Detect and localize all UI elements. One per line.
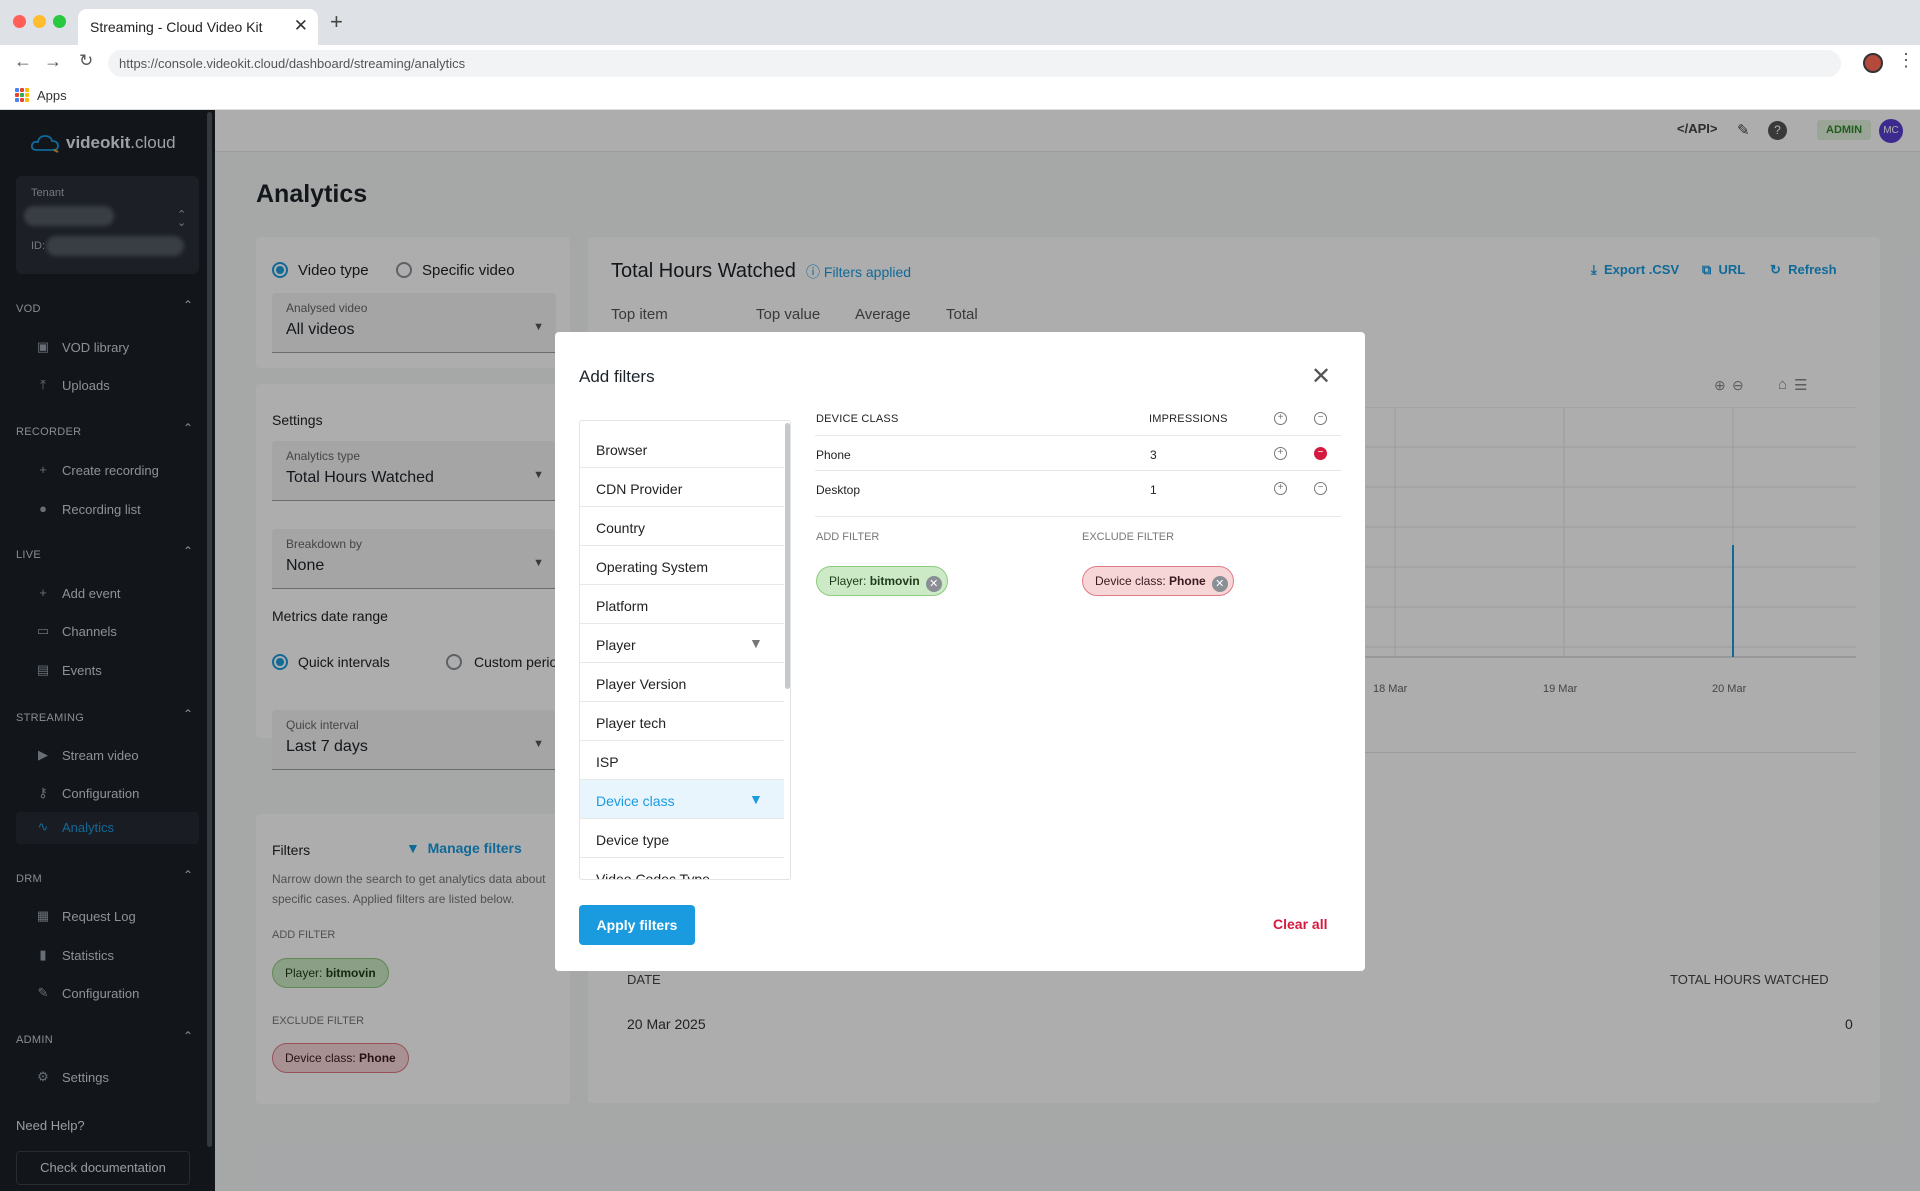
include-all-icon[interactable]: + (1274, 412, 1287, 425)
forward-icon[interactable]: → (44, 51, 62, 72)
tab-close-icon[interactable]: ✕ (294, 16, 308, 36)
column-header-device-class: DEVICE CLASS (816, 413, 899, 425)
window-minimize-dot[interactable] (33, 15, 46, 28)
row-phone-impressions: 3 (1150, 448, 1157, 462)
app-root: videokit.cloud Tenant ID: ⌃ ⌄ VOD ⌃ ▣ VOD … (0, 110, 1920, 1191)
remove-chip-icon[interactable]: ✕ (1211, 576, 1228, 592)
dialog-exclude-filter-label: EXCLUDE FILTER (1082, 531, 1175, 543)
category-label: Browser (596, 442, 648, 458)
category-label: Country (596, 520, 646, 536)
funnel-icon: ▼ (749, 791, 763, 807)
category-device-type[interactable]: Device type (580, 819, 784, 858)
category-operating-system[interactable]: Operating System (580, 546, 784, 585)
category-label: Player Version (596, 676, 687, 692)
category-player-version[interactable]: Player Version (580, 663, 784, 702)
row-divider (815, 435, 1341, 436)
reload-icon[interactable]: ↻ (79, 51, 93, 71)
dialog-exclude-chip[interactable]: Device class: Phone ✕ (1082, 566, 1234, 596)
category-label: Player (596, 637, 636, 653)
dialog-title: Add filters (579, 367, 655, 386)
add-filters-dialog: Add filters ✕ Browser CDN Provider Count… (555, 332, 1365, 971)
column-header-impressions: IMPRESSIONS (1149, 413, 1228, 425)
apps-bookmark[interactable]: Apps (37, 88, 67, 103)
category-label: CDN Provider (596, 481, 683, 497)
browser-tab[interactable]: Streaming - Cloud Video Kit ✕ (78, 9, 318, 45)
category-player[interactable]: Player ▼ (580, 624, 784, 663)
include-desktop-icon[interactable]: + (1274, 482, 1287, 495)
clear-all-button[interactable]: Clear all (1273, 916, 1327, 932)
chip-value: Phone (1169, 574, 1206, 588)
row-desktop-impressions: 1 (1150, 483, 1157, 497)
category-label: Device type (596, 832, 670, 848)
address-bar[interactable]: https://console.videokit.cloud/dashboard… (108, 50, 1841, 77)
bookmarks-bar: Apps (0, 82, 1920, 110)
exclude-desktop-icon[interactable]: − (1314, 482, 1327, 495)
back-icon[interactable]: ← (14, 51, 32, 72)
row-divider (815, 516, 1341, 517)
category-isp[interactable]: ISP (580, 741, 784, 780)
category-label: Device class (596, 793, 675, 809)
category-browser[interactable]: Browser (580, 429, 784, 468)
new-tab-icon[interactable]: + (330, 11, 343, 33)
chip-value: bitmovin (869, 574, 920, 588)
category-player-tech[interactable]: Player tech (580, 702, 784, 741)
browser-toolbar: ← → ↻ https://console.videokit.cloud/das… (0, 45, 1920, 82)
category-cdn-provider[interactable]: CDN Provider (580, 468, 784, 507)
apply-filters-button[interactable]: Apply filters (579, 905, 695, 945)
category-platform[interactable]: Platform (580, 585, 784, 624)
browser-menu-icon[interactable]: ⋮ (1897, 50, 1915, 71)
address-url: https://console.videokit.cloud/dashboard… (119, 56, 466, 71)
exclude-all-icon[interactable]: − (1314, 412, 1327, 425)
category-video-codec-type[interactable]: Video Codec Type (580, 858, 784, 880)
funnel-icon: ▼ (749, 635, 763, 651)
row-phone-name: Phone (816, 448, 851, 462)
profile-avatar[interactable] (1863, 53, 1883, 73)
browser-tab-strip: Streaming - Cloud Video Kit ✕ + (0, 0, 1920, 45)
chip-key: Device class: (1095, 574, 1166, 588)
category-list-scrollbar[interactable] (785, 423, 790, 689)
exclude-phone-icon[interactable]: − (1314, 447, 1327, 460)
row-divider (815, 470, 1341, 471)
chip-key: Player: (829, 574, 867, 588)
category-label: ISP (596, 754, 619, 770)
apps-grid-icon[interactable] (15, 88, 29, 102)
category-label: Video Codec Type (596, 871, 710, 880)
category-label: Player tech (596, 715, 667, 731)
row-desktop-name: Desktop (816, 483, 861, 497)
category-label: Platform (596, 598, 649, 614)
filter-category-list: Browser CDN Provider Country Operating S… (579, 420, 791, 880)
category-label: Operating System (596, 559, 709, 575)
category-device-class[interactable]: Device class ▼ (580, 780, 784, 819)
window-zoom-dot[interactable] (53, 15, 66, 28)
remove-chip-icon[interactable]: ✕ (925, 576, 942, 592)
browser-tab-title: Streaming - Cloud Video Kit (90, 19, 263, 35)
include-phone-icon[interactable]: + (1274, 447, 1287, 460)
window-close-dot[interactable] (13, 15, 26, 28)
dialog-include-chip[interactable]: Player: bitmovin ✕ (816, 566, 948, 596)
category-country[interactable]: Country (580, 507, 784, 546)
dialog-add-filter-label: ADD FILTER (816, 531, 880, 543)
close-icon[interactable]: ✕ (1311, 362, 1331, 391)
